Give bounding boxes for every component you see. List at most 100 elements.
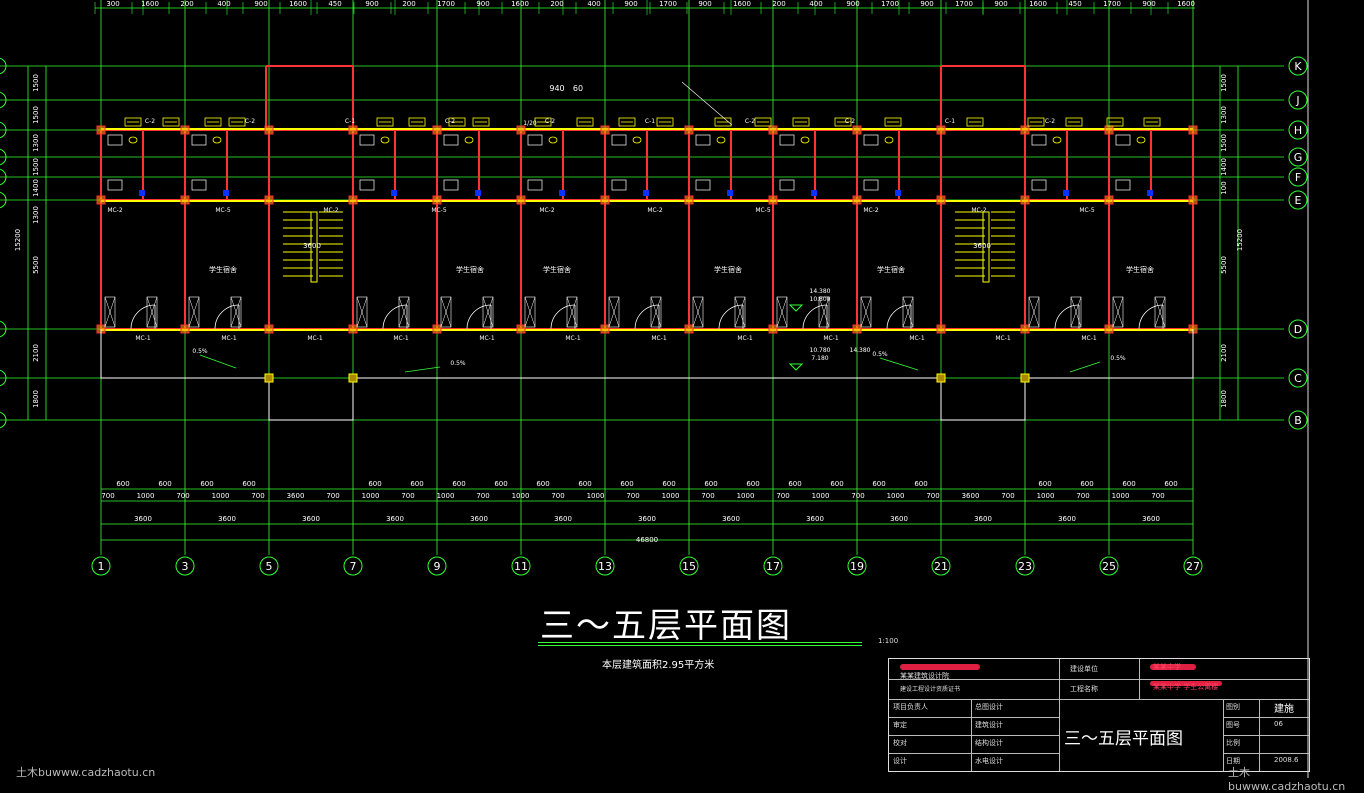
elevation-text: 10.780 [810,347,831,354]
column [684,125,694,135]
shower [863,179,879,191]
bottom-dimension-text: 700 [1151,492,1164,500]
tb-project-value: 某某中学 [1153,663,1181,671]
watermark-right: 土木buwww.cadzhaotu.cn [1228,766,1346,793]
column [852,195,862,205]
callout-text: 1/20 [523,120,537,127]
left-dimension-text: 1500 [32,158,40,176]
window-tag: C-1 [645,118,655,125]
column [936,125,946,135]
column-balcony [348,373,358,383]
door-tag: MC-2 [107,207,123,214]
top-dimension-text: 400 [587,0,600,8]
elevation-symbol [788,363,804,371]
elevation-text: 14.380 [810,288,831,295]
top-dimension-text: 400 [809,0,822,8]
bottom-dimension-text: 600 [1122,480,1135,488]
top-dimension-text: 1600 [1177,0,1195,8]
door-tag: MC-2 [971,207,987,214]
axis-label: 13 [598,560,612,573]
right-dimension-text: 5500 [1220,256,1228,274]
column [768,195,778,205]
elevation-text: 14.380 [850,347,871,354]
column [684,195,694,205]
top-dimension-text: 1600 [733,0,751,8]
top-dimension-text: 900 [920,0,933,8]
door-tag: MC-5 [215,207,231,214]
room-label: 学生宿舍 [877,265,905,274]
top-dimension-text: 900 [254,0,267,8]
column [264,125,274,135]
floor-drain [1147,190,1153,196]
bottom-dimension-text: 3600 [638,515,656,523]
top-dimension-text: 1600 [141,0,159,8]
slope-label: 0.5% [1110,355,1126,362]
bottom-dimension-text: 700 [1076,492,1089,500]
column [936,324,946,334]
bottom-dimension-text: 600 [620,480,633,488]
room-label: 学生宿舍 [456,265,484,274]
bottom-dimension-text: 600 [536,480,549,488]
bottom-dimension-text: 3600 [470,515,488,523]
tb-right-value: 2008.6 [1274,756,1299,764]
column [1104,125,1114,135]
axis-label: B [1294,414,1302,427]
column [936,195,946,205]
axis-label: 17 [766,560,780,573]
left-dimension-text: 1300 [32,206,40,224]
axis-label: 15 [682,560,696,573]
elevation-text: 7.180 [811,355,828,362]
axis-label: 23 [1018,560,1032,573]
door-swing [886,304,912,330]
bottom-dimension-text: 700 [626,492,639,500]
bottom-dimension-text: 600 [494,480,507,488]
bottom-dimension-text: 3600 [974,515,992,523]
slope-arrow [404,366,441,373]
door-tag: MC-2 [863,207,879,214]
door-tag: MC-2 [323,207,339,214]
room-label: 学生宿舍 [1126,265,1154,274]
bottom-dimension-text: 1000 [587,492,605,500]
bottom-dimension-text: 3600 [1142,515,1160,523]
bottom-dimension-text: 1000 [812,492,830,500]
shower [611,179,627,191]
column [1020,324,1030,334]
bottom-dimension-text: 600 [872,480,885,488]
axis-label: E [1295,194,1302,207]
floor-drain [895,190,901,196]
door-swing [550,304,576,330]
axis-label: H [1294,124,1302,137]
shower [1115,179,1131,191]
floor-drain [223,190,229,196]
bottom-dimension-text: 600 [200,480,213,488]
bottom-dimension-text: 1000 [1112,492,1130,500]
axis-label: 9 [434,560,441,573]
axis-label: J [1295,94,1299,107]
door-tag: MC-1 [651,335,667,342]
stair-dimension: 3600 [973,242,991,250]
bottom-dimension-text: 1000 [437,492,455,500]
room-label: 学生宿舍 [714,265,742,274]
axis-label: 7 [350,560,357,573]
tb-row-label: 项目负责人 [893,703,928,711]
tb-right-label: 图别 [1226,703,1240,711]
right-dimension-text: 1500 [1220,134,1228,152]
column [264,324,274,334]
top-dimension-text: 400 [217,0,230,8]
toilet [191,134,207,146]
basin [800,136,810,144]
right-dimension-text: 15200 [1236,229,1244,251]
door-swing [382,304,408,330]
column [600,324,610,334]
bottom-dimension-text: 700 [176,492,189,500]
bottom-dimension-text: 3600 [302,515,320,523]
door-tag: MC-1 [909,335,925,342]
axis-label: 5 [266,560,273,573]
top-dimension-text: 1700 [659,0,677,8]
top-dimension-text: 200 [772,0,785,8]
bottom-dimension-text: 600 [1038,480,1051,488]
basin [632,136,642,144]
column [96,195,106,205]
tb-cert: 建设工程设计资质证书 [900,686,961,693]
toilet [1031,134,1047,146]
